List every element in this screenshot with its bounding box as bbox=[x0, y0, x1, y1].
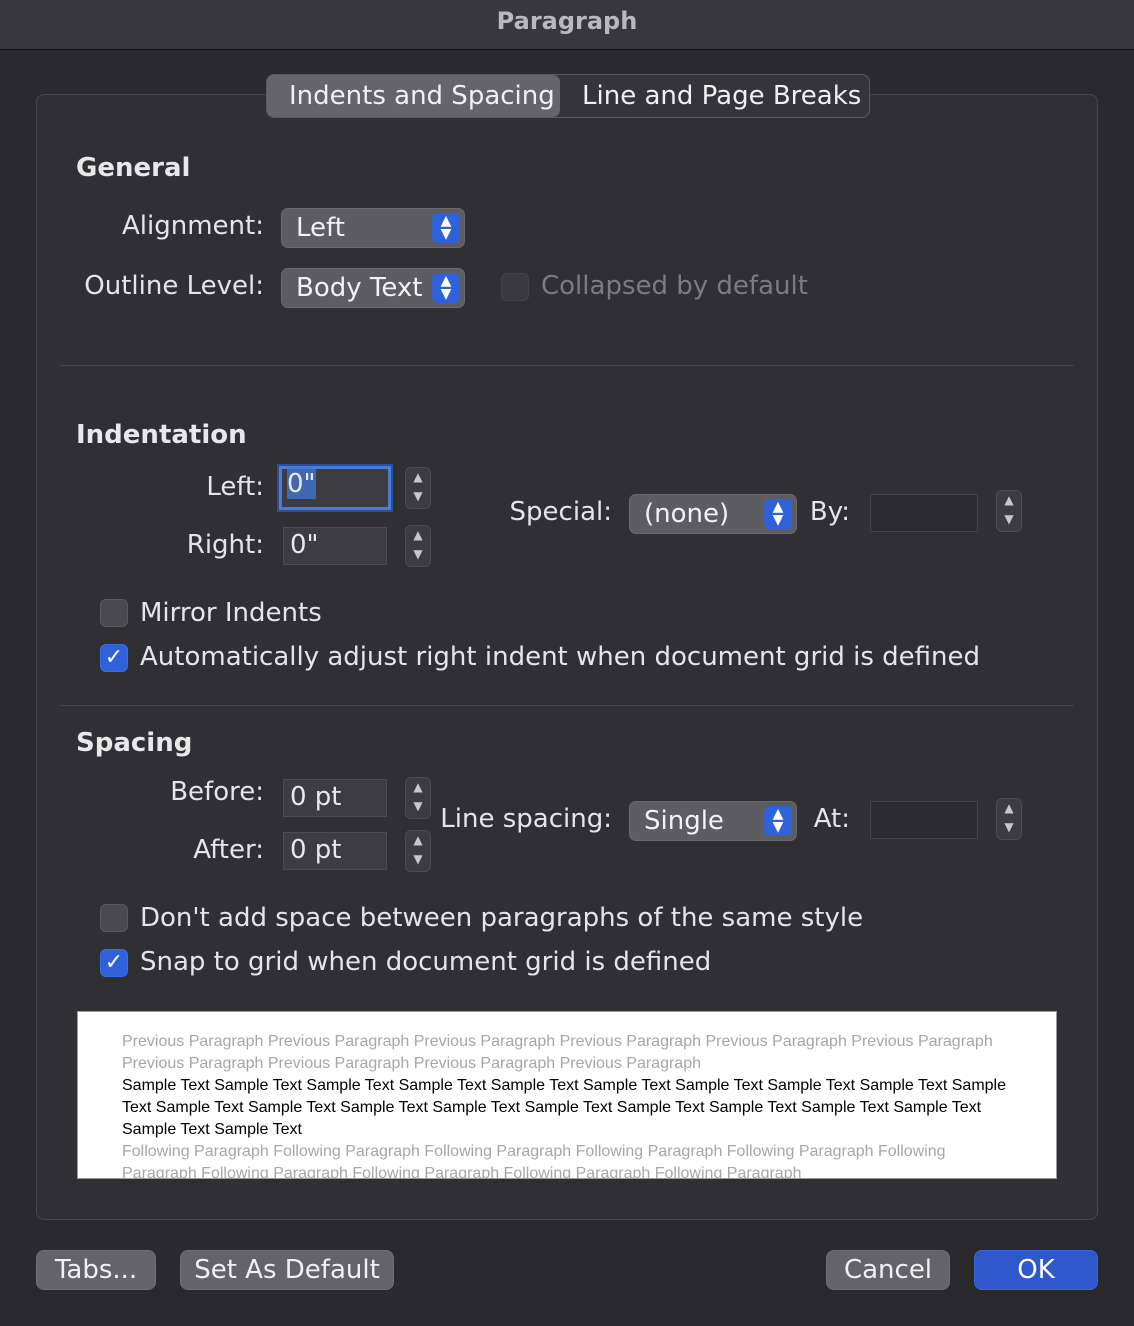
after-label: After: bbox=[193, 835, 264, 865]
after-stepper[interactable]: ▲ ▼ bbox=[405, 830, 431, 872]
special-select[interactable]: (none) ▲ ▼ bbox=[629, 494, 797, 534]
general-section-title: General bbox=[76, 153, 191, 183]
alignment-select[interactable]: Left ▲ ▼ bbox=[281, 208, 465, 248]
outline-level-value: Body Text bbox=[296, 273, 423, 303]
preview-previous-paragraph: Previous Paragraph Previous Paragraph Pr… bbox=[122, 1033, 993, 1072]
dont-add-space-label: Don't add space between paragraphs of th… bbox=[140, 903, 864, 933]
indentation-section-title: Indentation bbox=[76, 420, 247, 450]
preview-following-paragraph: Following Paragraph Following Paragraph … bbox=[122, 1143, 946, 1179]
paragraph-preview: Previous Paragraph Previous Paragraph Pr… bbox=[77, 1011, 1057, 1179]
special-value: (none) bbox=[644, 499, 730, 529]
collapsed-by-default-label: Collapsed by default bbox=[541, 271, 808, 301]
left-indent-input[interactable]: 0" bbox=[279, 466, 391, 510]
right-indent-input[interactable]: 0" bbox=[283, 527, 387, 565]
auto-adjust-indent-label: Automatically adjust right indent when d… bbox=[140, 642, 981, 672]
tab-indents-and-spacing[interactable]: Indents and Spacing bbox=[267, 75, 560, 117]
spacing-section-title: Spacing bbox=[76, 728, 193, 758]
outline-level-label: Outline Level: bbox=[84, 271, 264, 301]
outline-level-select[interactable]: Body Text ▲ ▼ bbox=[281, 268, 465, 308]
snap-to-grid-checkbox[interactable]: ✓ bbox=[100, 949, 128, 977]
right-indent-value: 0" bbox=[290, 530, 319, 560]
section-divider bbox=[60, 705, 1074, 706]
at-stepper[interactable]: ▲ ▼ bbox=[996, 798, 1022, 840]
mirror-indents-checkbox[interactable] bbox=[100, 599, 128, 627]
after-value: 0 pt bbox=[290, 835, 342, 865]
right-indent-stepper[interactable]: ▲ ▼ bbox=[405, 525, 431, 567]
at-label: At: bbox=[813, 804, 850, 834]
right-indent-label: Right: bbox=[186, 530, 264, 560]
window-title: Paragraph bbox=[0, 0, 1134, 50]
left-indent-value: 0" bbox=[287, 469, 316, 499]
tab-line-and-page-breaks[interactable]: Line and Page Breaks bbox=[560, 75, 869, 117]
dont-add-space-checkbox[interactable] bbox=[100, 904, 128, 932]
by-stepper[interactable]: ▲ ▼ bbox=[996, 490, 1022, 532]
before-value: 0 pt bbox=[290, 782, 342, 812]
chevron-updown-icon: ▲ ▼ bbox=[432, 273, 460, 303]
ok-button[interactable]: OK bbox=[974, 1250, 1098, 1290]
alignment-value: Left bbox=[296, 213, 345, 243]
before-stepper[interactable]: ▲ ▼ bbox=[405, 777, 431, 819]
mirror-indents-label: Mirror Indents bbox=[140, 598, 322, 628]
set-as-default-button[interactable]: Set As Default bbox=[180, 1250, 394, 1290]
line-spacing-select[interactable]: Single ▲ ▼ bbox=[629, 801, 797, 841]
left-indent-label: Left: bbox=[206, 472, 264, 502]
before-input[interactable]: 0 pt bbox=[283, 779, 387, 817]
special-label: Special: bbox=[509, 497, 612, 527]
by-input[interactable] bbox=[870, 494, 978, 532]
line-spacing-label: Line spacing: bbox=[440, 804, 612, 834]
at-input[interactable] bbox=[870, 801, 978, 839]
chevron-updown-icon: ▲ ▼ bbox=[432, 213, 460, 243]
alignment-label: Alignment: bbox=[122, 211, 264, 241]
preview-sample-text: Sample Text Sample Text Sample Text Samp… bbox=[122, 1077, 1007, 1138]
paragraph-dialog: Paragraph Indents and Spacing Line and P… bbox=[0, 0, 1134, 1326]
tab-bar: Indents and Spacing Line and Page Breaks bbox=[266, 74, 870, 118]
auto-adjust-indent-checkbox[interactable]: ✓ bbox=[100, 644, 128, 672]
by-label: By: bbox=[809, 497, 850, 527]
tabs-button[interactable]: Tabs... bbox=[36, 1250, 156, 1290]
before-label: Before: bbox=[170, 777, 264, 807]
collapsed-by-default-checkbox[interactable] bbox=[501, 273, 529, 301]
cancel-button[interactable]: Cancel bbox=[826, 1250, 950, 1290]
snap-to-grid-label: Snap to grid when document grid is defin… bbox=[140, 947, 712, 977]
section-divider bbox=[60, 365, 1074, 366]
after-input[interactable]: 0 pt bbox=[283, 832, 387, 870]
line-spacing-value: Single bbox=[644, 806, 724, 836]
chevron-updown-icon: ▲ ▼ bbox=[764, 499, 792, 529]
left-indent-stepper[interactable]: ▲ ▼ bbox=[405, 467, 431, 509]
chevron-updown-icon: ▲ ▼ bbox=[764, 806, 792, 836]
